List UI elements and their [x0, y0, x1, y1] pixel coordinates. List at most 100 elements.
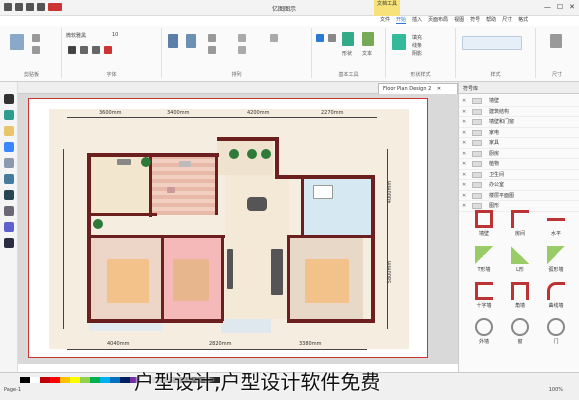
shape-item[interactable]: L形 [507, 246, 533, 276]
window-controls: — ☐ ✕ [544, 3, 575, 11]
drawing-canvas[interactable]: 3600mm 3400mm 4200mm 2270mm 4040mm 2820m… [18, 94, 458, 364]
shape-tool-icon[interactable] [342, 32, 354, 46]
tab-file[interactable]: 文件 [380, 16, 390, 24]
wall [221, 235, 224, 321]
library-item[interactable]: ✕ 墙壁 [459, 96, 579, 107]
tab-view[interactable]: 视图 [454, 16, 464, 24]
select-icon[interactable] [316, 34, 324, 42]
wall [275, 175, 375, 179]
shape-item[interactable]: 墙壁 [471, 210, 497, 240]
bring-front-icon[interactable] [238, 34, 246, 42]
library-item[interactable]: ✕ 楼层平面图 [459, 191, 579, 201]
shape-item[interactable]: 角墙 [507, 282, 533, 312]
shape-item[interactable]: 外墙 [471, 318, 497, 348]
color-swatch[interactable] [80, 377, 90, 383]
front-balcony[interactable] [221, 319, 271, 333]
page-icon[interactable] [4, 158, 14, 168]
history-icon[interactable] [4, 206, 14, 216]
underline-icon[interactable] [92, 46, 100, 54]
shape-item[interactable]: 弧形墙 [543, 246, 569, 276]
fill-icon[interactable] [392, 34, 406, 50]
tab-insert[interactable]: 插入 [412, 16, 422, 24]
group-icon[interactable] [208, 34, 216, 42]
undo-icon[interactable] [26, 3, 34, 11]
cut-icon[interactable] [32, 34, 40, 42]
color-swatch[interactable] [60, 377, 70, 383]
shape-item[interactable]: 曲线墙 [543, 282, 569, 312]
redo-icon[interactable] [37, 3, 45, 11]
tab-help[interactable]: 帮助 [486, 16, 496, 24]
align-icon[interactable] [168, 34, 178, 48]
close-button[interactable]: ✕ [569, 3, 575, 11]
style-gallery[interactable] [462, 36, 522, 50]
bold-icon[interactable] [68, 46, 76, 54]
right-dim-1: 4000mm [387, 180, 394, 204]
context-tab-doc-tools[interactable]: 文档工具 [374, 0, 400, 16]
copy-icon[interactable] [32, 46, 40, 54]
line-label[interactable]: 线条 [412, 42, 422, 49]
send-back-icon[interactable] [238, 46, 246, 54]
zoom-level[interactable]: 100% [549, 387, 563, 393]
format-painter-icon[interactable] [4, 110, 14, 120]
minimize-button[interactable]: — [544, 3, 551, 11]
settings-icon[interactable] [4, 238, 14, 248]
color-swatch[interactable] [120, 377, 130, 383]
color-swatch[interactable] [30, 377, 40, 383]
tab-dimension[interactable]: 尺寸 [502, 16, 512, 24]
tv-cabinet-icon [227, 249, 233, 289]
color-swatch[interactable] [110, 377, 120, 383]
page-indicator[interactable]: Page-1 [4, 387, 21, 393]
distribute-icon[interactable] [186, 34, 196, 48]
color-swatch[interactable] [50, 377, 60, 383]
image-icon[interactable] [4, 126, 14, 136]
chair-icon [167, 187, 175, 193]
pen-icon[interactable] [328, 34, 336, 42]
shape-item[interactable]: 门 [543, 318, 569, 348]
document-tab-title: Floor Plan Design 2 [383, 86, 432, 92]
library-item[interactable]: ✕ 植物 [459, 159, 579, 170]
tab-page-layout[interactable]: 页面布局 [428, 16, 448, 24]
color-swatch[interactable] [70, 377, 80, 383]
font-color-icon[interactable] [104, 46, 112, 54]
font-name-box[interactable]: 微软雅黑 [66, 32, 86, 39]
layers-icon[interactable] [4, 174, 14, 184]
rotate-icon[interactable] [208, 46, 216, 54]
library-item[interactable]: ✕ 墙壁和门窗 [459, 117, 579, 128]
italic-icon[interactable] [80, 46, 88, 54]
save-icon[interactable] [15, 3, 23, 11]
shape-item[interactable]: 房间 [507, 210, 533, 240]
library-item[interactable]: ✕ 办公室 [459, 180, 579, 191]
color-swatch[interactable] [90, 377, 100, 383]
fill-label[interactable]: 填充 [412, 34, 422, 41]
color-swatch[interactable] [100, 377, 110, 383]
size-icon[interactable] [270, 34, 278, 42]
shape-item[interactable]: 窗 [507, 318, 533, 348]
dimension-icon[interactable] [550, 34, 562, 48]
library-item[interactable]: ✕ 厨房 [459, 149, 579, 159]
shadow-label[interactable]: 阴影 [412, 50, 422, 57]
document-tab[interactable]: Floor Plan Design 2 ✕ [378, 83, 458, 94]
text-tool-icon[interactable] [362, 32, 374, 46]
shape-item[interactable]: T形墙 [471, 246, 497, 276]
close-tab-icon[interactable]: ✕ [437, 86, 441, 92]
group-label: 基本工具 [338, 72, 359, 78]
find-icon[interactable] [4, 190, 14, 200]
tab-format[interactable]: 格式 [518, 16, 528, 24]
color-swatch[interactable] [40, 377, 50, 383]
font-size-box[interactable]: 10 [112, 32, 118, 38]
outline-icon[interactable] [4, 222, 14, 232]
shape-item[interactable]: 十字墙 [471, 282, 497, 312]
maximize-button[interactable]: ☐ [557, 3, 563, 11]
library-item[interactable]: ✕ 建筑结构 [459, 107, 579, 117]
pointer-icon[interactable] [4, 94, 14, 104]
chart-icon[interactable] [4, 142, 14, 152]
library-item[interactable]: ✕ 家电 [459, 128, 579, 138]
tab-symbols[interactable]: 符号 [470, 16, 480, 24]
library-item[interactable]: ✕ 卫生间 [459, 170, 579, 180]
ribbon-group-basic-tools: 形状 文本 基本工具 [312, 28, 386, 78]
shape-item[interactable]: 水平 [543, 210, 569, 240]
color-swatch[interactable] [20, 377, 30, 383]
paste-icon[interactable] [10, 34, 24, 50]
tab-home[interactable]: 开始 [396, 16, 407, 24]
library-item[interactable]: ✕ 家具 [459, 138, 579, 149]
